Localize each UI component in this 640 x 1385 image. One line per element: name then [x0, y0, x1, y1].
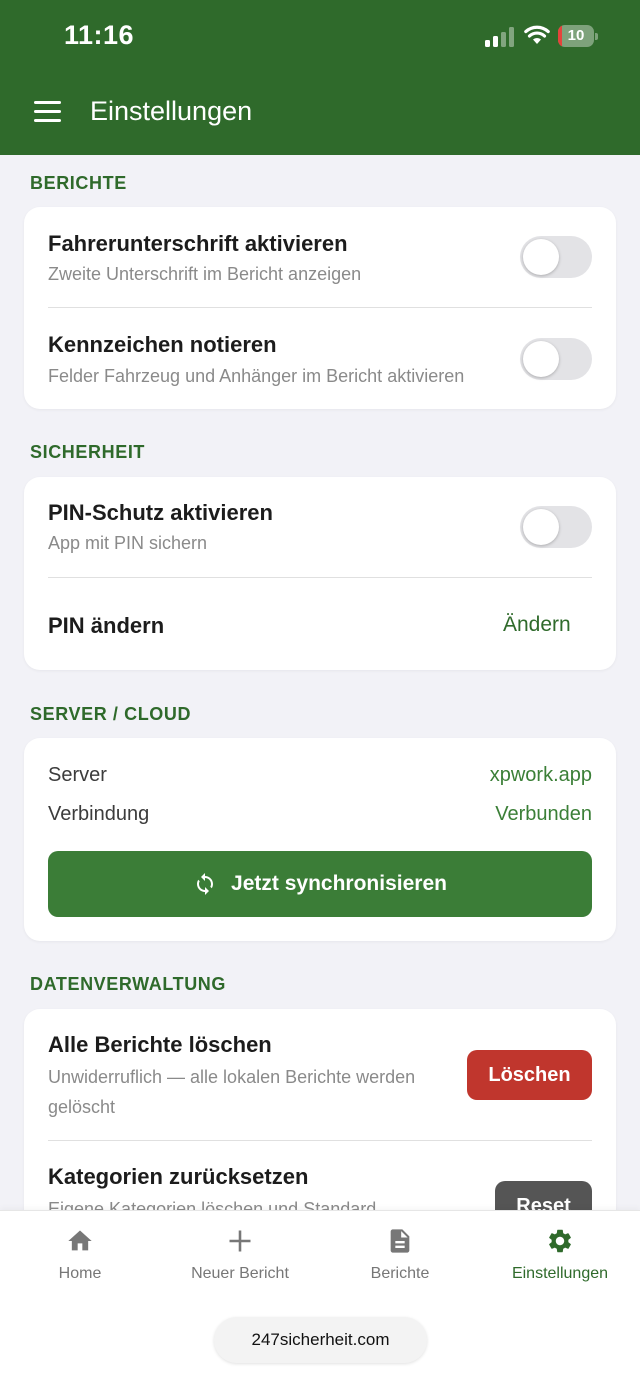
driver-signature-subtitle: Zweite Unterschrift im Bericht anzeigen [48, 264, 362, 284]
card-datenverwaltung: Alle Berichte löschen Unwiderruflich — a… [24, 1009, 616, 1210]
tab-label-home: Home [58, 1265, 102, 1282]
tab-label-reports: Berichte [370, 1265, 430, 1282]
connection-status: Verbunden [495, 803, 592, 825]
status-time: 11:16 [64, 20, 135, 50]
battery-indicator: 10 [558, 25, 598, 47]
divider [48, 1140, 592, 1141]
delete-reports-subtitle-line2: gelöscht [48, 1097, 116, 1117]
app-header: 11:16 10 Einstellungen [0, 0, 640, 155]
card-berichte: Fahrerunterschrift aktivieren Zweite Unt… [24, 207, 616, 409]
battery-level: 10 [567, 27, 585, 44]
wifi-icon [524, 25, 550, 44]
license-plate-subtitle: Felder Fahrzeug und Anhänger im Bericht … [48, 366, 465, 386]
delete-reports-title: Alle Berichte löschen [48, 1032, 272, 1057]
section-title-sicherheit: SICHERHEIT [30, 442, 146, 462]
tab-new-report[interactable]: Neuer Bericht [160, 1211, 320, 1299]
pin-change-title: PIN ändern [48, 613, 165, 638]
card-sicherheit: PIN-Schutz aktivieren App mit PIN sicher… [24, 477, 616, 670]
tab-home[interactable]: Home [0, 1211, 160, 1299]
divider [48, 307, 592, 308]
pin-protection-toggle[interactable] [520, 506, 592, 548]
delete-reports-subtitle-line1: Unwiderruflich — alle lokalen Berichte w… [48, 1067, 416, 1087]
sync-now-label: Jetzt synchronisieren [231, 872, 447, 895]
reset-categories-button[interactable]: Reset [495, 1181, 592, 1210]
reset-categories-subtitle: Eigene Kategorien löschen und Standard [48, 1199, 377, 1210]
license-plate-toggle[interactable] [520, 338, 592, 380]
browser-bottom-bar: 247sicherheit.com [0, 1298, 640, 1385]
browser-url-pill[interactable]: 247sicherheit.com [214, 1317, 427, 1363]
cellular-signal-icon [485, 27, 514, 47]
tab-label-new-report: Neuer Bericht [191, 1265, 289, 1282]
plus-icon [229, 1230, 251, 1252]
divider [48, 577, 592, 578]
settings-content[interactable]: BERICHTE Fahrerunterschrift aktivieren Z… [0, 155, 640, 1210]
section-title-datenverwaltung: DATENVERWALTUNG [30, 974, 226, 994]
page-title: Einstellungen [90, 96, 253, 126]
sync-now-button[interactable]: Jetzt synchronisieren [48, 851, 592, 917]
license-plate-title: Kennzeichen notieren [48, 332, 277, 357]
pin-change-button[interactable]: Ändern [503, 613, 571, 637]
section-title-berichte: BERICHTE [30, 173, 127, 193]
connection-label: Verbindung [48, 803, 150, 825]
document-icon [390, 1229, 410, 1253]
sync-icon [197, 873, 214, 895]
bottom-tab-bar: Home Neuer Bericht Berichte Einstellunge… [0, 1210, 640, 1298]
delete-reports-button[interactable]: Löschen [467, 1050, 592, 1100]
card-server: Server xpwork.app Verbindung Verbunden J… [24, 738, 616, 941]
driver-signature-title: Fahrerunterschrift aktivieren [48, 231, 348, 256]
hamburger-menu-icon[interactable] [32, 98, 64, 126]
tab-reports[interactable]: Berichte [320, 1211, 480, 1299]
server-label: Server [48, 764, 107, 786]
section-title-server: SERVER / CLOUD [30, 704, 192, 724]
driver-signature-toggle[interactable] [520, 236, 592, 278]
tab-settings[interactable]: Einstellungen [480, 1211, 640, 1299]
gear-icon [549, 1229, 571, 1253]
server-value: xpwork.app [489, 764, 592, 786]
pin-protection-title: PIN-Schutz aktivieren [48, 500, 273, 525]
reset-categories-title: Kategorien zurücksetzen [48, 1164, 309, 1189]
pin-protection-subtitle: App mit PIN sichern [48, 533, 208, 553]
home-icon [68, 1230, 92, 1251]
tab-label-settings: Einstellungen [511, 1265, 609, 1282]
